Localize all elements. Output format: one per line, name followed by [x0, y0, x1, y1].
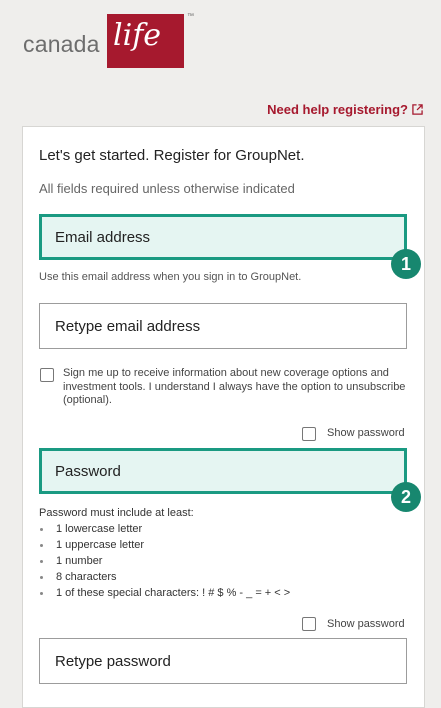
retype-email-placeholder: Retype email address — [55, 317, 201, 335]
bullet-icon — [40, 591, 43, 595]
password-rule: 1 number — [39, 553, 290, 569]
logo-life-text: life — [113, 18, 162, 53]
consent-text: Sign me up to receive information about … — [63, 367, 406, 406]
bullet-icon — [40, 559, 43, 563]
password-rules-list: 1 lowercase letter 1 uppercase letter 1 … — [39, 521, 290, 601]
canada-life-logo[interactable]: canada life ™ — [23, 13, 194, 70]
bullet-icon — [40, 543, 43, 547]
required-note: All fields required unless otherwise ind… — [39, 181, 295, 196]
consent-checkbox[interactable] — [40, 368, 54, 382]
annotation-badge-2: 2 — [391, 482, 421, 512]
logo-wordmark: canada — [23, 31, 100, 57]
intro-heading: Let's get started. Register for GroupNet… — [39, 147, 305, 164]
registration-card: Let's get started. Register for GroupNet… — [22, 126, 425, 708]
logo-red-box: life — [107, 14, 184, 68]
email-field[interactable]: Email address — [39, 214, 407, 260]
bullet-icon — [40, 527, 43, 531]
need-help-label: Need help registering? — [267, 102, 408, 117]
bullet-icon — [40, 575, 43, 579]
annotation-badge-1: 1 — [391, 249, 421, 279]
password-placeholder: Password — [55, 462, 121, 480]
password-rule: 1 of these special characters: ! # $ % -… — [39, 585, 290, 601]
retype-password-field[interactable]: Retype password — [39, 638, 407, 684]
retype-email-field[interactable]: Retype email address — [39, 303, 407, 349]
password-rule: 1 lowercase letter — [39, 521, 290, 537]
show-password-label: Show password — [327, 427, 405, 439]
show-password-label-2: Show password — [327, 618, 405, 630]
email-hint: Use this email address when you sign in … — [39, 271, 302, 283]
password-rules-title: Password must include at least: — [39, 507, 194, 519]
show-password-checkbox[interactable] — [302, 427, 316, 441]
password-field[interactable]: Password — [39, 448, 407, 494]
show-password-checkbox-2[interactable] — [302, 617, 316, 631]
password-rule: 1 uppercase letter — [39, 537, 290, 553]
external-link-icon — [412, 104, 423, 115]
retype-password-placeholder: Retype password — [55, 652, 171, 670]
trademark-symbol: ™ — [187, 13, 194, 20]
email-placeholder: Email address — [55, 228, 151, 246]
password-rule: 8 characters — [39, 569, 290, 585]
need-help-link[interactable]: Need help registering? — [267, 102, 423, 117]
